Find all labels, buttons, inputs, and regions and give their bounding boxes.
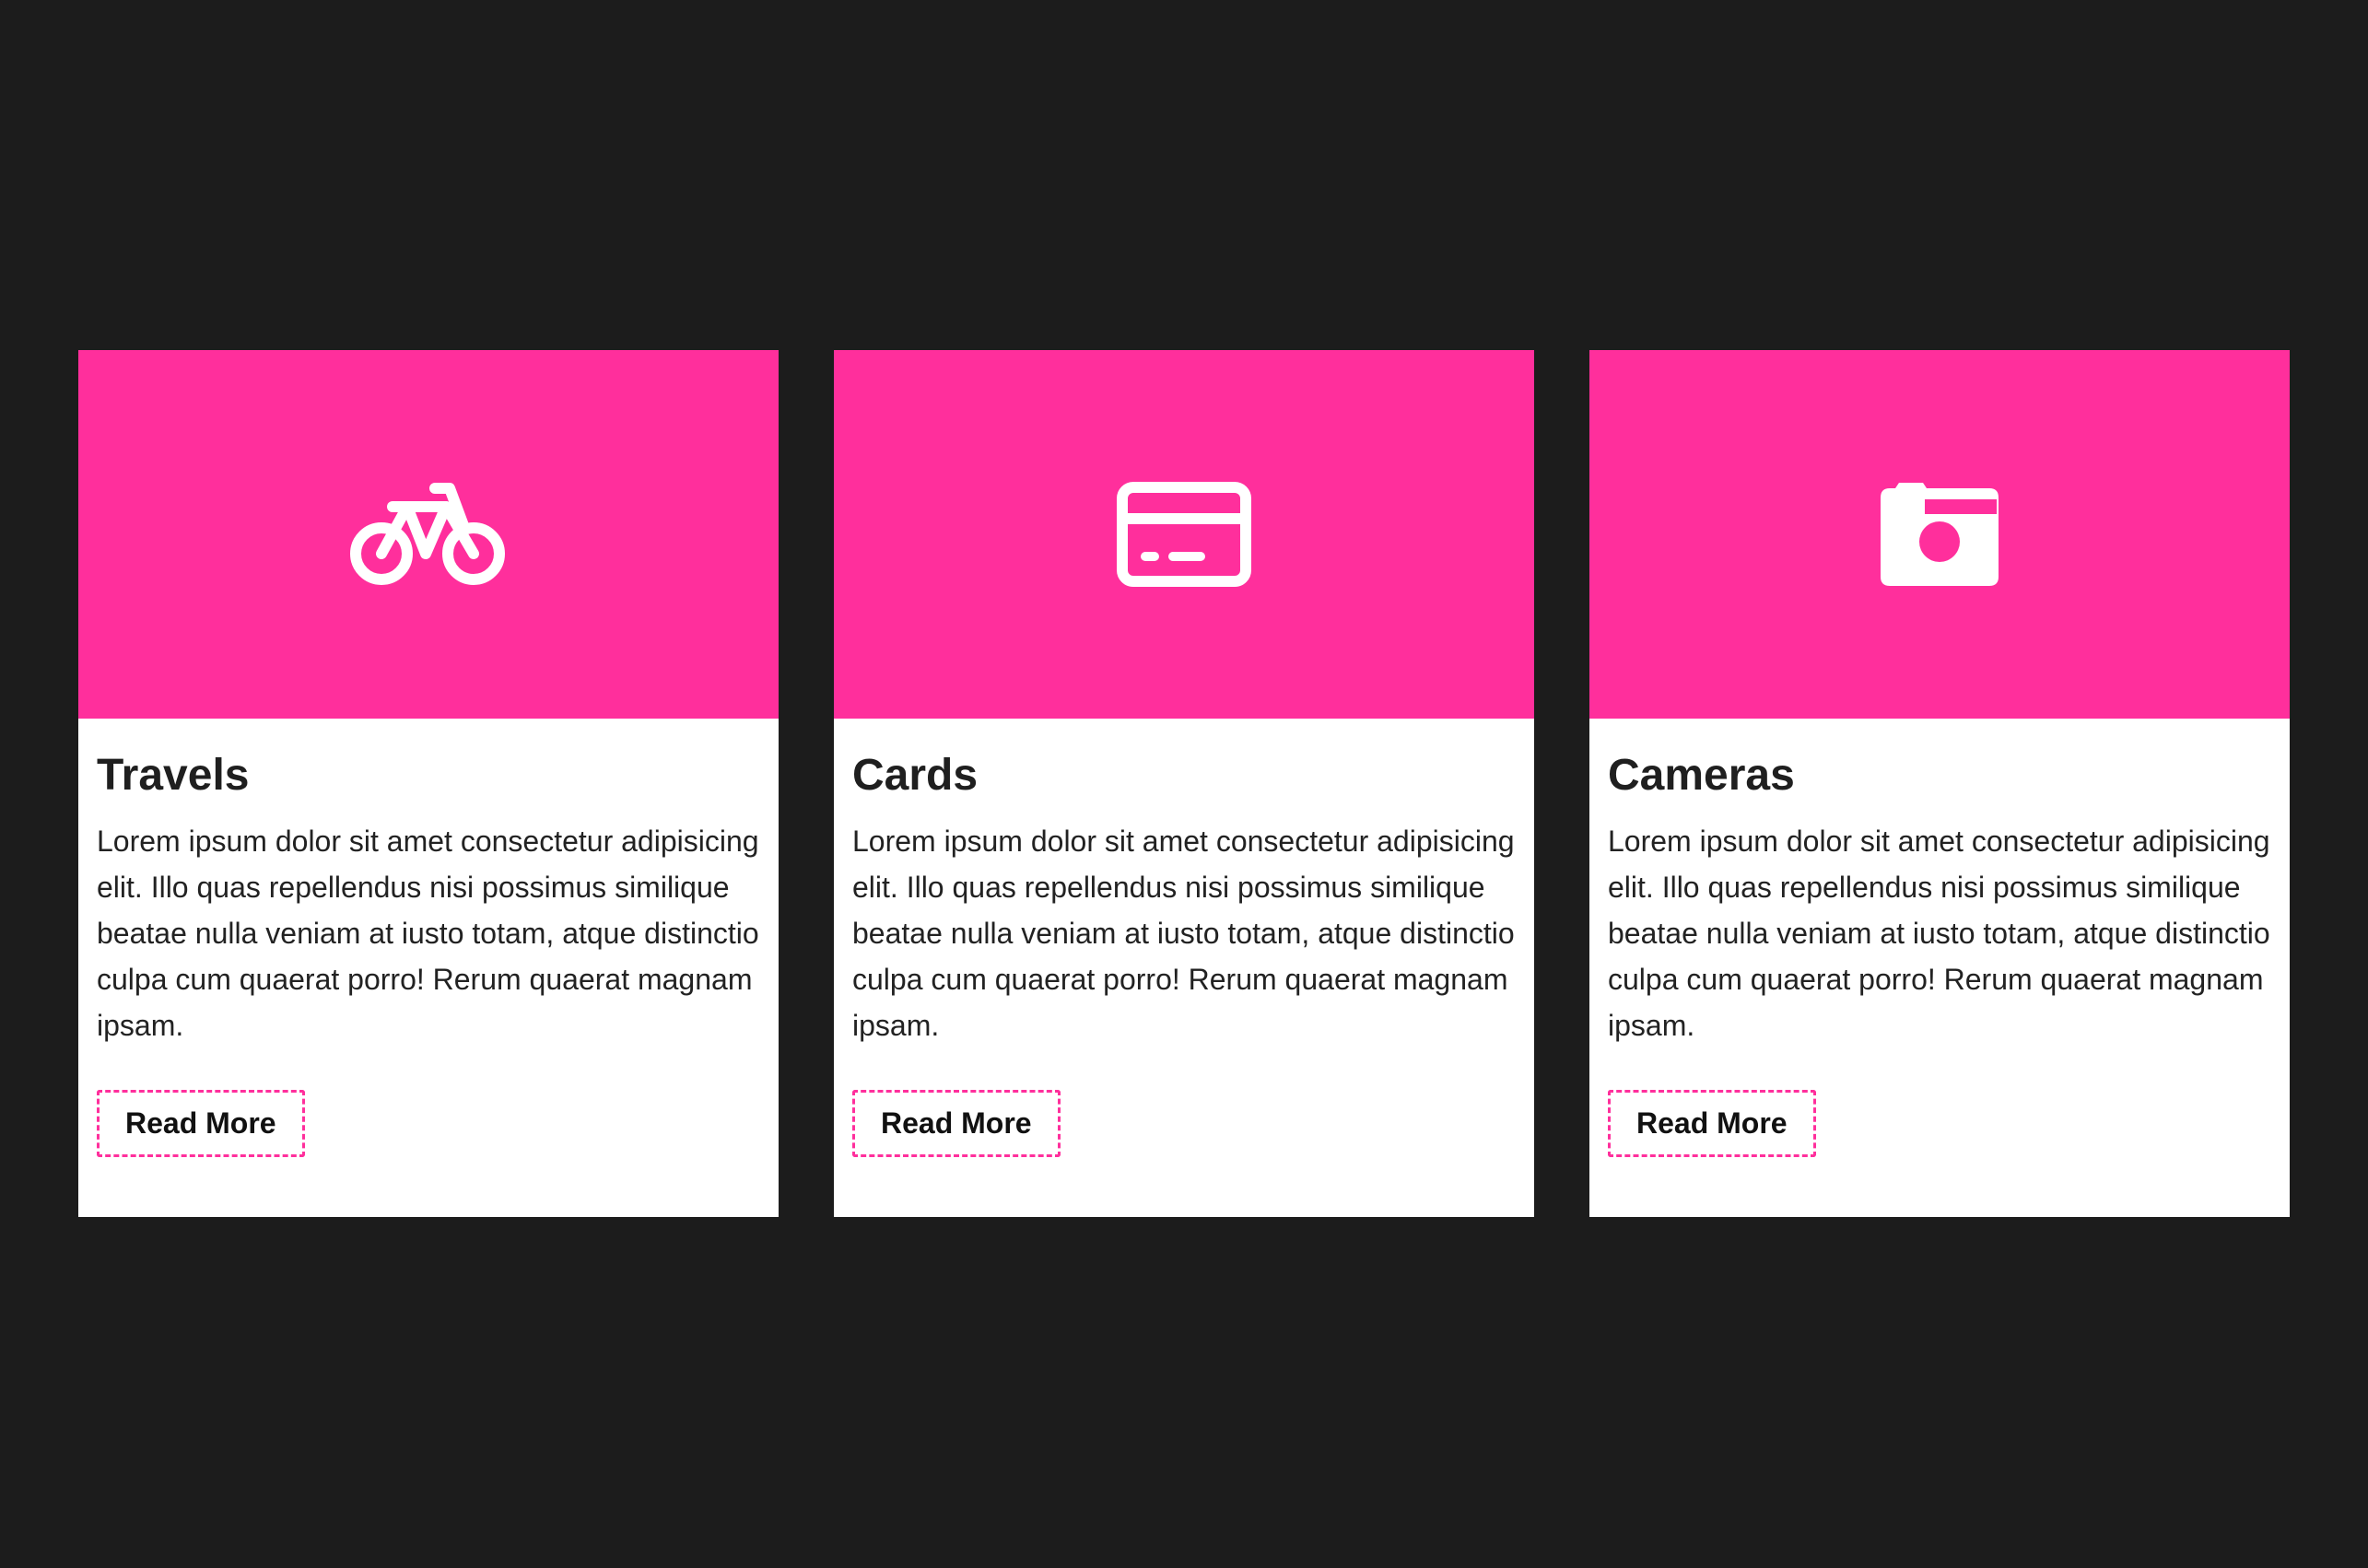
card-grid: Travels Lorem ipsum dolor sit amet conse…	[78, 350, 2290, 1217]
read-more-button[interactable]: Read More	[852, 1090, 1061, 1158]
card-description: Lorem ipsum dolor sit amet consectetur a…	[1608, 825, 2270, 1042]
card-body: Cameras Lorem ipsum dolor sit amet conse…	[1589, 719, 2290, 1158]
card-body: Cards Lorem ipsum dolor sit amet consect…	[834, 719, 1534, 1158]
bicycle-icon	[350, 474, 507, 594]
card-title: Cards	[852, 751, 979, 800]
read-more-button[interactable]: Read More	[97, 1090, 305, 1158]
credit-card-icon	[1106, 474, 1262, 594]
card-travels: Travels Lorem ipsum dolor sit amet conse…	[78, 350, 779, 1217]
card-description: Lorem ipsum dolor sit amet consectetur a…	[852, 825, 1515, 1042]
card-title: Travels	[97, 751, 250, 800]
card-header	[834, 350, 1534, 719]
read-more-button[interactable]: Read More	[1608, 1090, 1816, 1158]
card-description: Lorem ipsum dolor sit amet consectetur a…	[97, 825, 759, 1042]
card-title: Cameras	[1608, 751, 1795, 800]
card-header	[78, 350, 779, 719]
camera-icon	[1861, 474, 2018, 594]
card-header	[1589, 350, 2290, 719]
card-cameras: Cameras Lorem ipsum dolor sit amet conse…	[1589, 350, 2290, 1217]
card-cards: Cards Lorem ipsum dolor sit amet consect…	[834, 350, 1534, 1217]
card-body: Travels Lorem ipsum dolor sit amet conse…	[78, 719, 779, 1158]
